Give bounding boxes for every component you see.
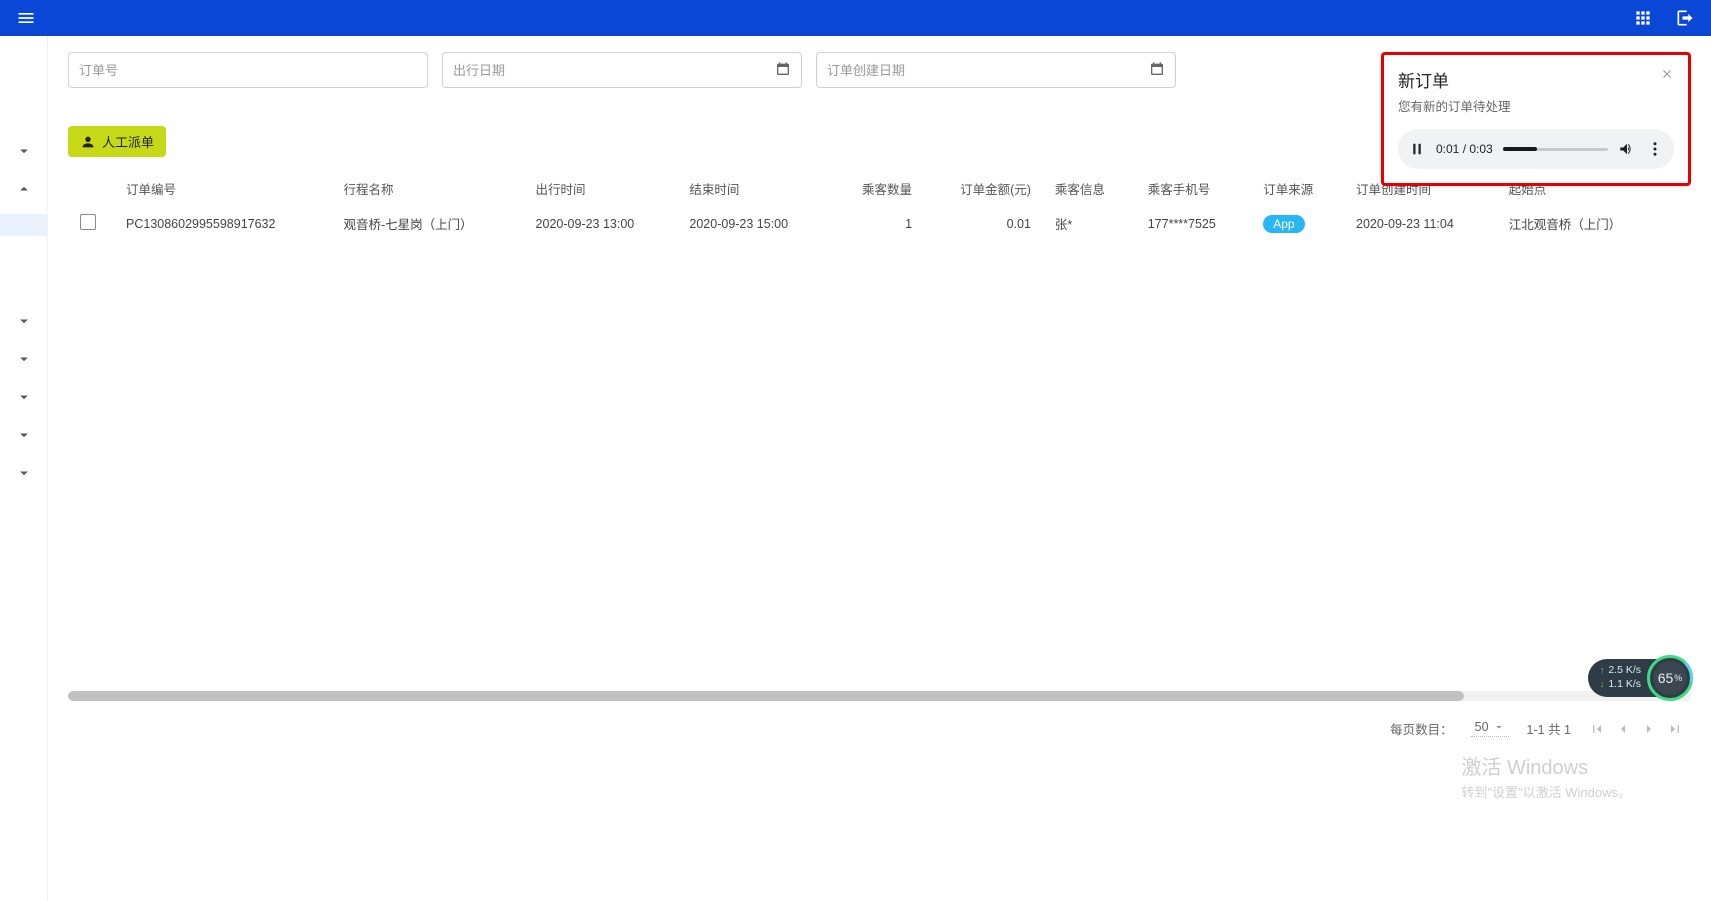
sidebar-toggle-7[interactable] <box>0 454 47 492</box>
col-passenger-phone: 乘客手机号 <box>1136 171 1252 206</box>
sidebar-toggle-2[interactable] <box>0 170 47 208</box>
audio-player[interactable]: 0:01 / 0:03 <box>1398 129 1674 169</box>
page-range: 1-1 共 1 <box>1527 719 1571 738</box>
col-passenger-count: 乘客数量 <box>831 171 924 206</box>
horizontal-scrollbar[interactable] <box>68 691 1691 701</box>
sidebar-active-indicator <box>0 214 47 236</box>
sidebar-toggle-3[interactable] <box>0 302 47 340</box>
manual-dispatch-label: 人工派单 <box>102 132 154 151</box>
notification-close-button[interactable] <box>1660 67 1674 85</box>
volume-icon <box>1618 140 1636 158</box>
cell-passenger-info: 张* <box>1043 206 1136 241</box>
col-trip-name: 行程名称 <box>331 171 523 206</box>
sidebar-toggle-4[interactable] <box>0 340 47 378</box>
next-page-button[interactable] <box>1641 721 1657 737</box>
col-end-time: 结束时间 <box>677 171 831 206</box>
cell-start-point: 江北观音桥（上门） <box>1497 206 1668 241</box>
sidebar-toggle-5[interactable] <box>0 378 47 416</box>
calendar-icon <box>1149 61 1165 80</box>
order-no-field[interactable] <box>68 52 428 88</box>
col-source: 订单来源 <box>1251 171 1344 206</box>
sidebar-collapsed <box>0 36 48 901</box>
chevron-down-icon <box>15 350 33 368</box>
chevron-up-icon <box>15 180 33 198</box>
table-row[interactable]: PC1308602995598917632 观音桥-七星岗（上门） 2020-0… <box>68 206 1668 241</box>
top-bar <box>0 0 1711 36</box>
orders-table-wrap: 订单编号 行程名称 出行时间 结束时间 乘客数量 订单金额(元) 乘客信息 乘客… <box>68 171 1691 701</box>
cell-order-no: PC1308602995598917632 <box>114 206 331 241</box>
pause-button[interactable] <box>1408 140 1426 158</box>
col-amount: 订单金额(元) <box>924 171 1043 206</box>
notification-title: 新订单 <box>1398 67 1449 92</box>
col-passenger-info: 乘客信息 <box>1043 171 1136 206</box>
chevron-down-icon <box>15 426 33 444</box>
logout-icon <box>1675 8 1695 28</box>
upload-speed: 2.5 K/s <box>1600 664 1641 678</box>
notification-subtitle: 您有新的订单待处理 <box>1398 96 1674 115</box>
chevron-right-icon <box>1641 721 1657 737</box>
col-order-no: 订单编号 <box>114 171 331 206</box>
source-badge: App <box>1263 215 1304 233</box>
chevron-down-icon <box>15 464 33 482</box>
volume-button[interactable] <box>1618 140 1636 158</box>
new-order-notification: 新订单 您有新的订单待处理 0:01 / 0:03 <box>1381 52 1691 186</box>
cell-end-time: 2020-09-23 15:00 <box>677 206 831 241</box>
chevron-down-icon <box>15 388 33 406</box>
cell-travel-time: 2020-09-23 13:00 <box>524 206 678 241</box>
network-percent: 65 <box>1658 670 1674 686</box>
row-checkbox[interactable] <box>80 214 96 230</box>
hamburger-icon <box>16 8 36 28</box>
last-page-button[interactable] <box>1667 721 1683 737</box>
download-speed: 1.1 K/s <box>1600 678 1641 692</box>
person-icon <box>80 134 96 150</box>
sidebar-toggle-1[interactable] <box>0 132 47 170</box>
network-percent-circle: 65% <box>1647 655 1693 701</box>
first-page-button[interactable] <box>1589 721 1605 737</box>
apps-grid-button[interactable] <box>1629 4 1657 32</box>
grid-icon <box>1633 8 1653 28</box>
close-icon <box>1660 67 1674 81</box>
chevron-down-icon <box>15 142 33 160</box>
pause-icon <box>1408 140 1426 158</box>
cell-source: App <box>1251 206 1344 241</box>
audio-time: 0:01 / 0:03 <box>1436 142 1493 156</box>
calendar-icon <box>775 61 791 80</box>
cell-passenger-count: 1 <box>831 206 924 241</box>
more-vertical-icon <box>1646 140 1664 158</box>
col-travel-time: 出行时间 <box>524 171 678 206</box>
cell-create-time: 2020-09-23 11:04 <box>1344 206 1497 241</box>
audio-progress <box>1503 147 1538 151</box>
audio-track[interactable] <box>1503 148 1608 151</box>
main-content: 人工派单 订单编号 行程名称 出行时间 结束时间 乘客数量 订单金额(元) 乘客… <box>48 36 1711 901</box>
pagination-bar: 每页数目： 50 1-1 共 1 <box>68 701 1691 756</box>
dropdown-icon <box>1493 721 1505 733</box>
logout-button[interactable] <box>1671 4 1699 32</box>
chevron-left-icon <box>1615 721 1631 737</box>
last-page-icon <box>1667 721 1683 737</box>
pager-buttons <box>1589 721 1683 737</box>
per-page-label: 每页数目： <box>1390 719 1453 738</box>
menu-toggle-button[interactable] <box>12 4 40 32</box>
scrollbar-thumb[interactable] <box>68 691 1464 701</box>
travel-date-field[interactable] <box>442 52 802 88</box>
cell-amount: 0.01 <box>924 206 1043 241</box>
network-speed-widget[interactable]: 2.5 K/s 1.1 K/s 65% <box>1588 655 1693 701</box>
travel-date-input[interactable] <box>453 63 775 78</box>
create-date-input[interactable] <box>827 63 1149 78</box>
per-page-value: 50 <box>1475 720 1489 734</box>
per-page-select[interactable]: 50 <box>1471 720 1509 737</box>
audio-more-button[interactable] <box>1646 140 1664 158</box>
first-page-icon <box>1589 721 1605 737</box>
create-date-field[interactable] <box>816 52 1176 88</box>
prev-page-button[interactable] <box>1615 721 1631 737</box>
cell-trip-name: 观音桥-七星岗（上门） <box>331 206 523 241</box>
cell-passenger-phone: 177****7525 <box>1136 206 1252 241</box>
sidebar-toggle-6[interactable] <box>0 416 47 454</box>
network-percent-unit: % <box>1674 673 1682 683</box>
chevron-down-icon <box>15 312 33 330</box>
order-no-input[interactable] <box>79 63 417 78</box>
manual-dispatch-button[interactable]: 人工派单 <box>68 126 166 157</box>
